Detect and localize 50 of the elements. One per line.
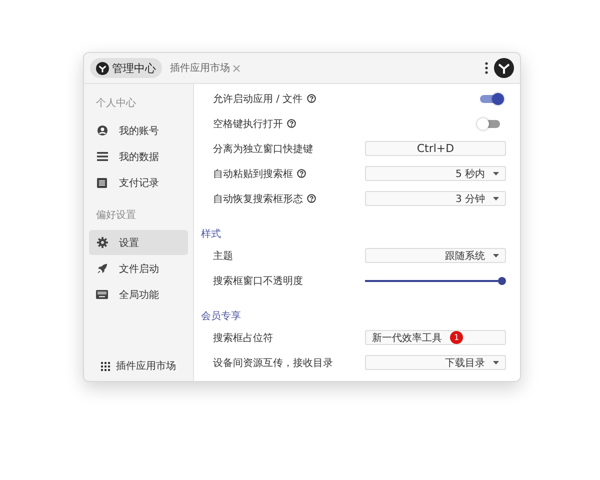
sidebar-group-label: 偏好设置 [95,208,137,223]
setting-label: 搜索框占位符 [213,332,273,344]
app-logo-icon [96,62,109,74]
sidebar-item[interactable]: 支付记录 [89,170,188,195]
dropdown[interactable]: 5 秒内 [365,166,506,181]
sidebar-item[interactable]: 我的数据 [89,144,188,169]
dropdown[interactable]: 跟随系统 [365,248,506,263]
document-icon [97,178,107,188]
caret-icon [493,196,499,200]
section-heading: 会员专享 [201,310,241,323]
help-icon[interactable] [297,169,306,178]
setting-label: 允许启动应用 / 文件 [213,92,303,106]
tab[interactable]: 管理中心 [90,58,162,78]
sidebar-group-label: 个人中心 [95,96,137,111]
grid-icon [101,362,110,370]
setting-label: 主题 [213,250,233,262]
sidebar-item[interactable]: 设置 [89,230,188,255]
setting-label: 空格键执行打开 [213,118,283,130]
list-icon [96,152,108,161]
sidebar-item[interactable]: 我的账号 [89,118,188,143]
plugin-market-link[interactable]: 插件应用市场 [89,359,188,375]
input-field[interactable]: 新一代效率工具 1 [365,330,506,345]
help-icon[interactable] [307,194,316,203]
toggle-switch[interactable] [480,120,500,128]
setting-label: 设备间资源互传，接收目录 [213,356,333,370]
sidebar-item[interactable]: 全局功能 [89,282,188,307]
tab[interactable]: 插件应用市场 [164,58,246,78]
more-menu-icon[interactable] [485,62,488,74]
sidebar-item[interactable]: 文件启动 [89,256,188,281]
dropdown[interactable]: 3 分钟 [365,191,506,206]
keyboard-icon [96,290,108,299]
setting-label: 分离为独立窗口快捷键 [213,142,313,156]
account-icon [96,125,108,136]
caret-icon [493,360,499,364]
shortcut-field[interactable]: Ctrl+D [365,141,506,156]
setting-label: 自动粘贴到搜索框 [213,168,293,180]
caret-icon [493,172,499,176]
app-logo-icon[interactable] [494,58,514,78]
setting-label: 自动恢复搜索框形态 [213,192,303,206]
dropdown[interactable]: 下载目录 [365,355,506,370]
section-heading: 样式 [201,228,221,241]
rocket-icon [96,263,108,274]
close-icon[interactable] [233,64,240,72]
setting-label: 搜索框窗口不透明度 [213,274,303,288]
caret-icon [493,254,499,258]
gear-icon [96,237,108,248]
help-icon[interactable] [306,94,316,103]
slider-thumb[interactable] [498,276,506,284]
help-icon[interactable] [287,119,296,128]
count-badge: 1 [450,331,463,344]
